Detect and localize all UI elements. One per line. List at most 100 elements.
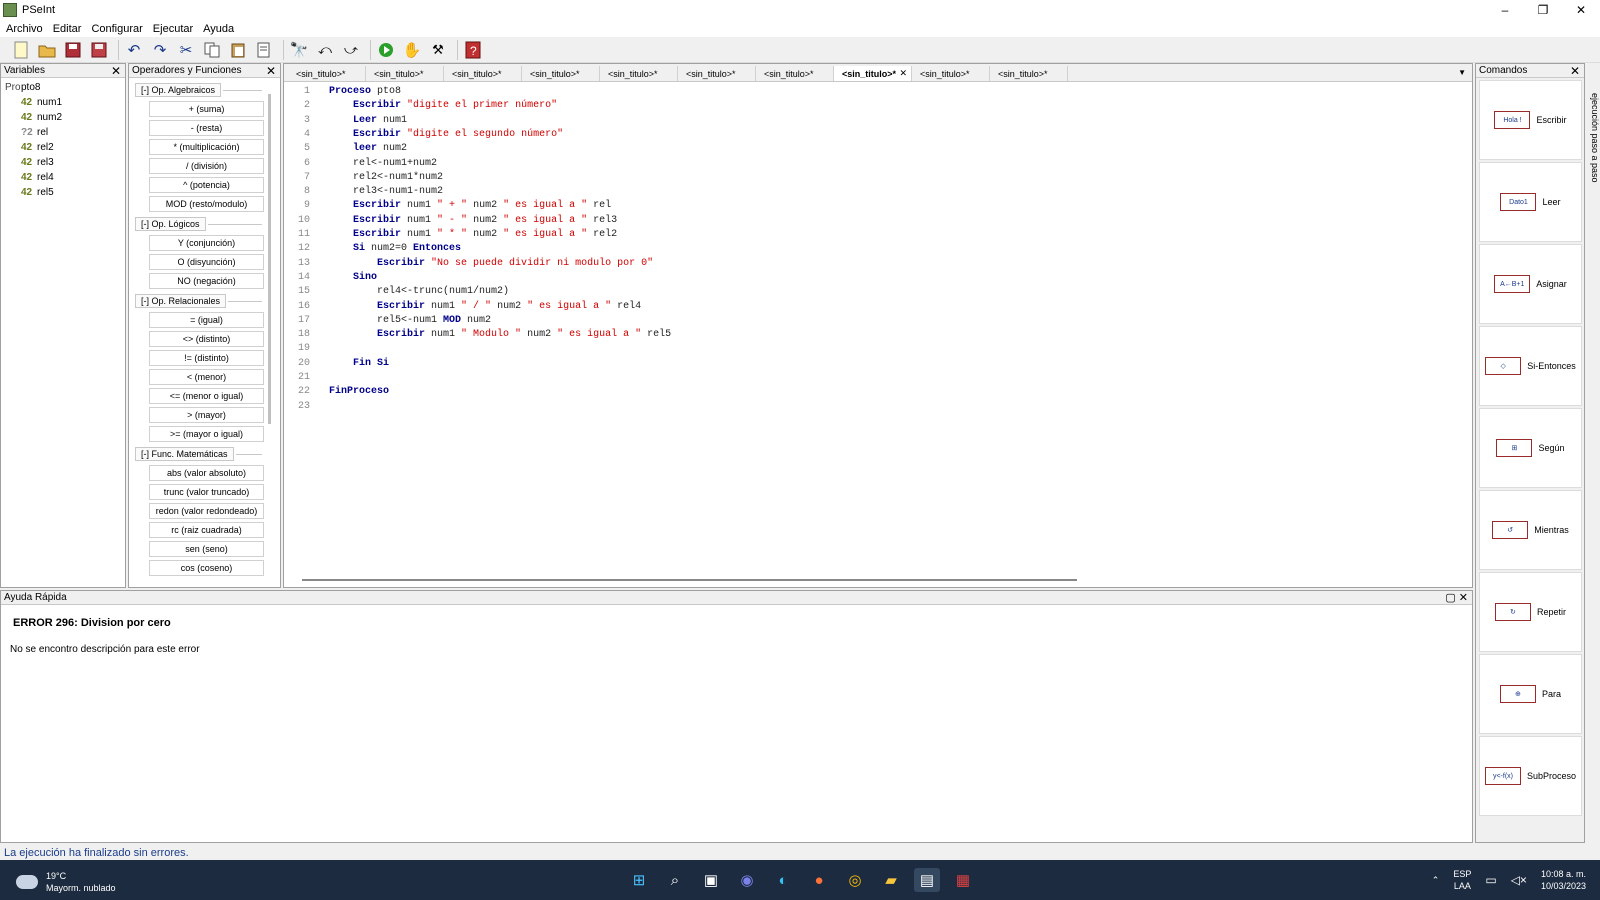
tray-expand-icon[interactable]: ⌃ [1432,875,1440,886]
operator-button[interactable]: MOD (resto/modulo) [149,196,264,212]
command-mientras[interactable]: ↺ Mientras [1479,490,1582,570]
code-line[interactable]: Leer num1 [329,115,407,126]
command-asignar[interactable]: A←B+1 Asignar [1479,244,1582,324]
tab-sin-titulo[interactable]: <sin_titulo>* [600,66,678,81]
code-line[interactable]: Escribir num1 " + " num2 " es igual a " … [329,200,611,211]
operator-button[interactable]: < (menor) [149,369,264,385]
function-button[interactable]: sen (seno) [149,541,264,557]
function-button[interactable]: trunc (valor truncado) [149,484,264,500]
run-icon[interactable] [375,39,397,61]
vertical-scrollbar[interactable] [268,94,271,424]
step-execution-tab[interactable]: ejecución paso a paso [1587,93,1600,183]
pseint-taskbar-icon[interactable]: ▤ [914,868,940,892]
volume-icon[interactable]: ◁× [1511,874,1527,886]
menu-configurar[interactable]: Configurar [91,23,142,35]
command-según[interactable]: ⊞ Según [1479,408,1582,488]
function-button[interactable]: rc (raiz cuadrada) [149,522,264,538]
code-line[interactable]: Fin Si [329,358,389,369]
code-line[interactable]: Escribir num1 " - " num2 " es igual a " … [329,215,617,226]
group-algebraic[interactable]: [-] Op. Algebraicos [135,82,280,98]
code-line[interactable]: Escribir num1 " * " num2 " es igual a " … [329,229,617,240]
operator-button[interactable]: Y (conjunción) [149,235,264,251]
minimize-button[interactable]: – [1486,0,1524,20]
copy-icon[interactable] [201,39,223,61]
operator-button[interactable]: ^ (potencia) [149,177,264,193]
maximize-button[interactable]: ❐ [1524,0,1562,20]
operator-button[interactable]: <= (menor o igual) [149,388,264,404]
code-line[interactable]: Escribir num1 " Modulo " num2 " es igual… [329,329,671,340]
group-relational[interactable]: [-] Op. Relacionales [135,293,280,309]
code-line[interactable]: Sino [329,272,377,283]
operator-button[interactable]: > (mayor) [149,407,264,423]
edit-icon[interactable] [253,39,275,61]
new-file-icon[interactable] [10,39,32,61]
app-taskbar-icon[interactable]: ▦ [950,868,976,892]
variable-item[interactable]: 42 rel5 [1,185,125,200]
variable-item[interactable]: 42 num2 [1,110,125,125]
panel-controls[interactable]: ▢ ✕ [1445,591,1468,604]
command-repetir[interactable]: ↻ Repetir [1479,572,1582,652]
find-next-icon[interactable]: ⤻ [340,39,362,61]
close-icon[interactable]: ✕ [266,64,276,78]
variable-item[interactable]: 42 rel4 [1,170,125,185]
redo-icon[interactable]: ↷ [149,39,171,61]
teams-icon[interactable]: ◉ [734,868,760,892]
undo-icon[interactable]: ↶ [123,39,145,61]
variable-item[interactable]: ?2 rel [1,125,125,140]
code-line[interactable]: rel2<-num1*num2 [329,172,443,183]
variable-item[interactable]: 42 num1 [1,95,125,110]
close-icon[interactable]: ✕ [111,64,121,78]
operator-button[interactable]: != (distinto) [149,350,264,366]
code-line[interactable]: leer num2 [329,143,407,154]
task-view-icon[interactable]: ▣ [698,868,724,892]
code-area[interactable]: 1 Proceso pto8 2 Escribir "digite el prime… [284,86,1464,566]
tab-sin-titulo[interactable]: <sin_titulo>* [444,66,522,81]
code-line[interactable]: FinProceso [329,386,389,397]
function-button[interactable]: cos (coseno) [149,560,264,576]
cut-icon[interactable]: ✂ [175,39,197,61]
operator-button[interactable]: / (división) [149,158,264,174]
help-icon[interactable]: ? [462,39,484,61]
command-para[interactable]: ⊕ Para [1479,654,1582,734]
file-explorer-icon[interactable]: ▰ [878,868,904,892]
function-button[interactable]: abs (valor absoluto) [149,465,264,481]
command-si-entonces[interactable]: ◇ Si-Entonces [1479,326,1582,406]
menu-ejecutar[interactable]: Ejecutar [153,23,193,35]
group-math[interactable]: [-] Func. Matemáticas [135,446,280,462]
code-line[interactable]: Escribir "No se puede dividir ni modulo … [329,258,653,269]
code-line[interactable]: Escribir "digite el primer número" [329,100,557,111]
firefox-icon[interactable]: ● [806,868,832,892]
command-subproceso[interactable]: y<-f(x) SubProceso [1479,736,1582,816]
weather-widget[interactable]: 19°C Mayorm. nublado [16,870,116,894]
group-logical[interactable]: [-] Op. Lógicos [135,216,280,232]
menu-archivo[interactable]: Archivo [6,23,43,35]
variable-item[interactable]: 42 rel2 [1,140,125,155]
operator-button[interactable]: <> (distinto) [149,331,264,347]
open-folder-icon[interactable] [36,39,58,61]
close-tab-icon[interactable]: ✕ [899,68,907,79]
tab-sin-titulo[interactable]: <sin_titulo>* ✕ [834,66,912,81]
horizontal-scrollbar[interactable] [302,579,1077,581]
tabs-dropdown-icon[interactable]: ▼ [1458,68,1466,77]
operator-button[interactable]: - (resta) [149,120,264,136]
save-icon[interactable] [62,39,84,61]
operator-button[interactable]: O (disyunción) [149,254,264,270]
find-prev-icon[interactable]: ⤺ [314,39,336,61]
code-line[interactable]: Si num2=0 Entonces [329,243,461,254]
edge-icon[interactable]: ◐ [770,868,796,892]
operator-button[interactable]: NO (negación) [149,273,264,289]
code-line[interactable]: rel<-num1+num2 [329,158,437,169]
chrome-icon[interactable]: ◎ [842,868,868,892]
debug-icon[interactable]: ⚒ [427,39,449,61]
command-leer[interactable]: Dato1 Leer [1479,162,1582,242]
menu-editar[interactable]: Editar [53,23,82,35]
tab-sin-titulo[interactable]: <sin_titulo>* [366,66,444,81]
operator-button[interactable]: = (igual) [149,312,264,328]
code-line[interactable]: rel4<-trunc(num1/num2) [329,286,509,297]
operator-button[interactable]: >= (mayor o igual) [149,426,264,442]
tree-root[interactable]: Pro pto8 [1,80,125,95]
tab-sin-titulo[interactable]: <sin_titulo>* [678,66,756,81]
code-line[interactable]: Escribir "digite el segundo número" [329,129,563,140]
code-line[interactable]: rel5<-num1 MOD num2 [329,315,491,326]
tab-sin-titulo[interactable]: <sin_titulo>* [756,66,834,81]
